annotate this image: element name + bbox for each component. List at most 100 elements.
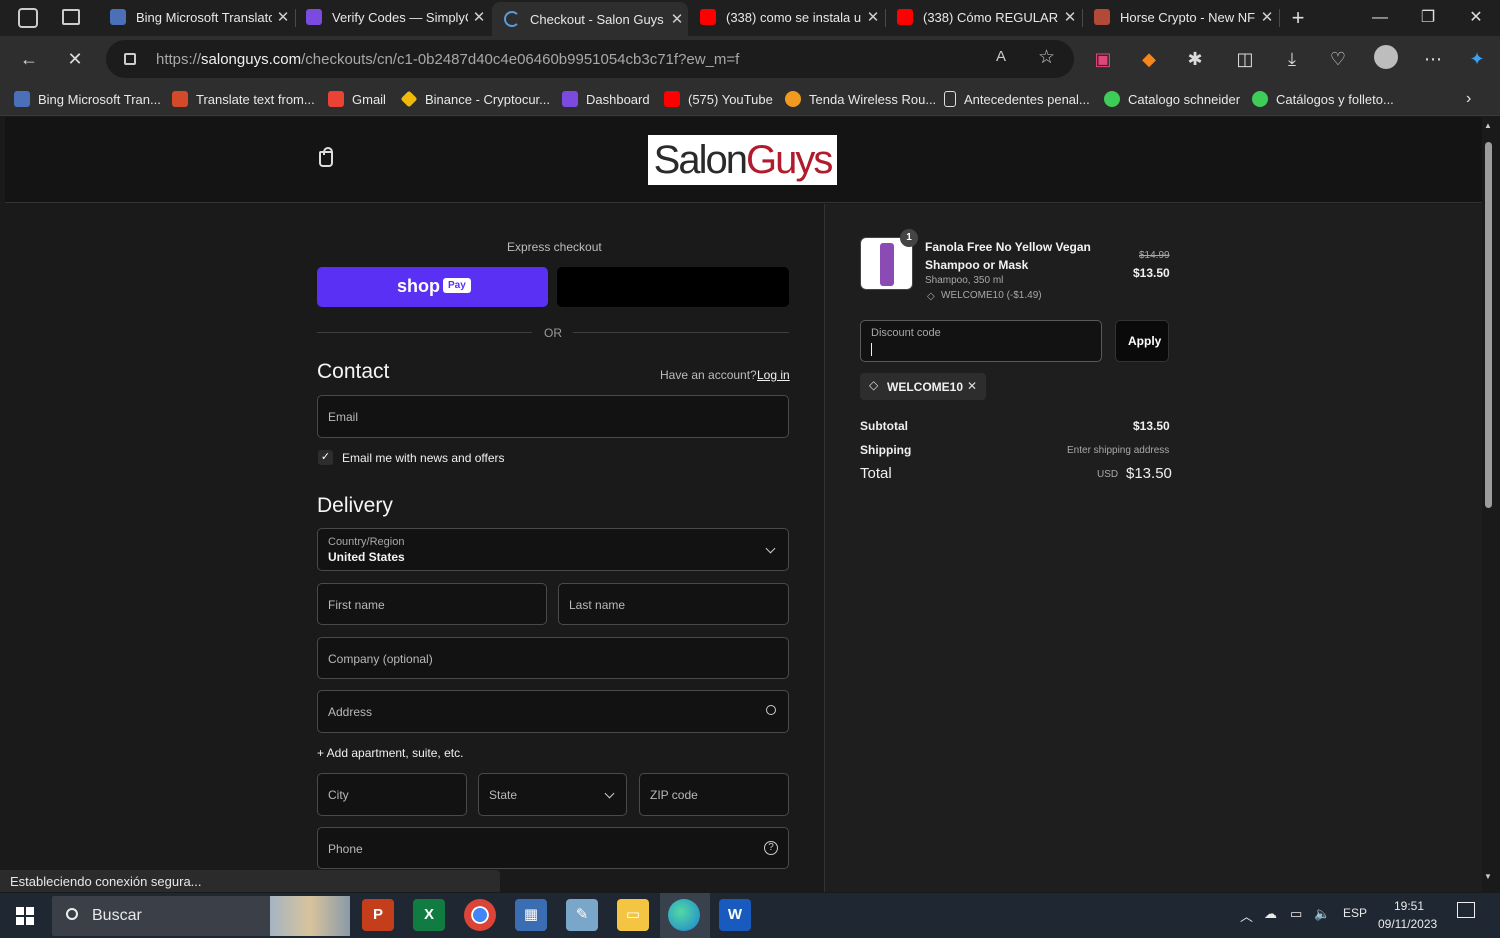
email-field[interactable]: Email bbox=[317, 395, 789, 438]
express-payment-button[interactable] bbox=[557, 267, 789, 307]
bookmark-item[interactable]: Catalogo schneider bbox=[1104, 89, 1240, 109]
log-in-link[interactable]: Log in bbox=[757, 368, 790, 382]
network-icon[interactable]: ▭ bbox=[1290, 906, 1302, 922]
bookmark-item[interactable]: Catálogos y folleto... bbox=[1252, 89, 1394, 109]
clock-date[interactable]: 09/11/2023 bbox=[1378, 917, 1437, 931]
edge-icon[interactable] bbox=[668, 899, 700, 931]
close-icon[interactable]: ✕ bbox=[1256, 8, 1278, 26]
close-icon[interactable]: ✕ bbox=[862, 8, 884, 26]
add-apartment-link[interactable]: + Add apartment, suite, etc. bbox=[317, 746, 463, 760]
bookmark-item[interactable]: Translate text from... bbox=[172, 89, 315, 109]
calculator-icon[interactable]: ▦ bbox=[515, 899, 547, 931]
notes-app-icon[interactable]: ✎ bbox=[566, 899, 598, 931]
scroll-down-arrow[interactable]: ▼ bbox=[1484, 872, 1492, 881]
first-name-placeholder: First name bbox=[328, 598, 385, 612]
discount-code-input[interactable]: Discount code bbox=[860, 320, 1102, 362]
tab-checkout[interactable]: Checkout - Salon Guys ✕ bbox=[492, 2, 688, 36]
document-icon bbox=[944, 91, 956, 107]
bookmark-item[interactable]: Gmail bbox=[328, 89, 386, 109]
country-label: Country/Region bbox=[328, 536, 405, 548]
bookmark-item[interactable]: (575) YouTube bbox=[664, 89, 773, 109]
word-icon[interactable]: W bbox=[719, 899, 751, 931]
close-icon[interactable]: ✕ bbox=[272, 8, 294, 26]
first-name-field[interactable]: First name bbox=[317, 583, 547, 625]
zip-placeholder: ZIP code bbox=[650, 788, 698, 802]
taskbar-search-box[interactable]: Buscar bbox=[52, 896, 350, 936]
file-explorer-icon[interactable]: ▭ bbox=[617, 899, 649, 931]
browser-essentials-icon[interactable]: ♡ bbox=[1325, 46, 1351, 72]
translator-icon bbox=[110, 9, 126, 25]
tab-bing-translator[interactable]: Bing Microsoft Translator ✕ bbox=[98, 2, 294, 32]
last-name-field[interactable]: Last name bbox=[558, 583, 789, 625]
scrollbar-thumb[interactable] bbox=[1485, 142, 1492, 508]
schneider-icon bbox=[1104, 91, 1120, 107]
windows-start-icon[interactable] bbox=[16, 907, 34, 925]
lock-icon[interactable] bbox=[124, 53, 136, 65]
city-field[interactable]: City bbox=[317, 773, 467, 816]
minimize-icon[interactable]: — bbox=[1368, 6, 1392, 30]
help-icon[interactable]: ? bbox=[764, 841, 778, 855]
language-indicator[interactable]: ESP bbox=[1343, 906, 1367, 920]
discount-code-label: Discount code bbox=[871, 327, 941, 339]
close-icon[interactable]: ✕ bbox=[1059, 8, 1081, 26]
tab-bar: Bing Microsoft Translator ✕ Verify Codes… bbox=[0, 0, 1500, 36]
shopping-bag-icon[interactable] bbox=[319, 147, 333, 167]
zip-field[interactable]: ZIP code bbox=[639, 773, 789, 816]
chrome-icon[interactable] bbox=[464, 899, 496, 931]
excel-icon[interactable]: X bbox=[413, 899, 445, 931]
more-menu-icon[interactable]: ⋯ bbox=[1420, 46, 1446, 72]
powerpoint-icon[interactable]: P bbox=[362, 899, 394, 931]
email-news-label[interactable]: Email me with news and offers bbox=[342, 451, 505, 465]
shop-pay-button[interactable]: shop Pay bbox=[317, 267, 548, 307]
phone-field[interactable]: Phone ? bbox=[317, 827, 789, 869]
quantity-badge: 1 bbox=[900, 229, 918, 247]
close-window-icon[interactable]: ✕ bbox=[1464, 6, 1488, 30]
workspaces-icon[interactable] bbox=[18, 8, 38, 28]
read-aloud-icon[interactable]: A bbox=[996, 48, 1006, 65]
clock-time[interactable]: 19:51 bbox=[1394, 899, 1424, 913]
show-hidden-icons[interactable]: ︿ bbox=[1240, 906, 1253, 925]
scroll-up-arrow[interactable]: ▲ bbox=[1484, 121, 1492, 130]
remove-discount-icon[interactable]: ✕ bbox=[967, 379, 977, 393]
close-icon[interactable]: ✕ bbox=[666, 10, 688, 28]
metamask-extension-icon[interactable]: ◆ bbox=[1136, 46, 1162, 72]
bookmark-item[interactable]: Bing Microsoft Tran... bbox=[14, 89, 161, 109]
split-screen-icon[interactable]: ◫ bbox=[1232, 46, 1258, 72]
email-news-checkbox[interactable]: ✓ bbox=[318, 450, 333, 465]
notifications-icon[interactable] bbox=[1457, 902, 1475, 918]
url-text[interactable]: https://salonguys.com/checkouts/cn/c1-0b… bbox=[156, 51, 739, 68]
onedrive-icon[interactable]: ☁ bbox=[1264, 906, 1277, 922]
country-select[interactable]: Country/Region United States bbox=[317, 528, 789, 571]
address-bar[interactable]: https://salonguys.com/checkouts/cn/c1-0b… bbox=[106, 40, 1074, 78]
bookmark-item[interactable]: Tenda Wireless Rou... bbox=[785, 89, 936, 109]
new-tab-icon[interactable]: + bbox=[1286, 6, 1310, 30]
state-select[interactable]: State bbox=[478, 773, 627, 816]
profile-avatar[interactable] bbox=[1374, 45, 1398, 69]
restore-icon[interactable]: ❐ bbox=[1416, 6, 1440, 30]
favorite-star-icon[interactable]: ☆ bbox=[1038, 46, 1055, 69]
downloads-icon[interactable]: ⤓ bbox=[1279, 46, 1305, 72]
chevron-right-icon[interactable]: › bbox=[1466, 89, 1471, 109]
stop-loading-icon[interactable]: ✕ bbox=[62, 46, 88, 72]
extensions-icon[interactable]: ✱ bbox=[1182, 46, 1208, 72]
text-cursor bbox=[871, 343, 872, 356]
copilot-icon[interactable]: ✦ bbox=[1464, 46, 1490, 72]
address-placeholder: Address bbox=[328, 705, 373, 719]
volume-icon[interactable]: 🔈 bbox=[1314, 906, 1330, 922]
tab-youtube-1[interactable]: (338) como se instala un ✕ bbox=[688, 2, 884, 32]
back-icon[interactable]: ← bbox=[16, 46, 42, 72]
tab-youtube-2[interactable]: (338) Cómo REGULAR F ✕ bbox=[885, 2, 1081, 32]
tab-verify-codes[interactable]: Verify Codes — SimplyCodes ✕ bbox=[294, 2, 490, 32]
apply-button[interactable]: Apply bbox=[1115, 320, 1169, 362]
bookmark-item[interactable]: Binance - Cryptocur... bbox=[400, 89, 550, 109]
bookmark-item[interactable]: Dashboard bbox=[562, 89, 650, 109]
store-logo[interactable]: SalonGuys bbox=[648, 135, 837, 185]
tab-actions-icon[interactable] bbox=[62, 9, 80, 25]
bookmark-item[interactable]: Antecedentes penal... bbox=[944, 89, 1090, 109]
address-field[interactable]: Address bbox=[317, 690, 789, 733]
company-field[interactable]: Company (optional) bbox=[317, 637, 789, 679]
shopping-extension-icon[interactable]: ▣ bbox=[1090, 46, 1116, 72]
close-icon[interactable]: ✕ bbox=[468, 8, 490, 26]
tab-horse-crypto[interactable]: Horse Crypto - New NF ✕ bbox=[1082, 2, 1278, 32]
original-price: $14.99 bbox=[1139, 250, 1170, 261]
